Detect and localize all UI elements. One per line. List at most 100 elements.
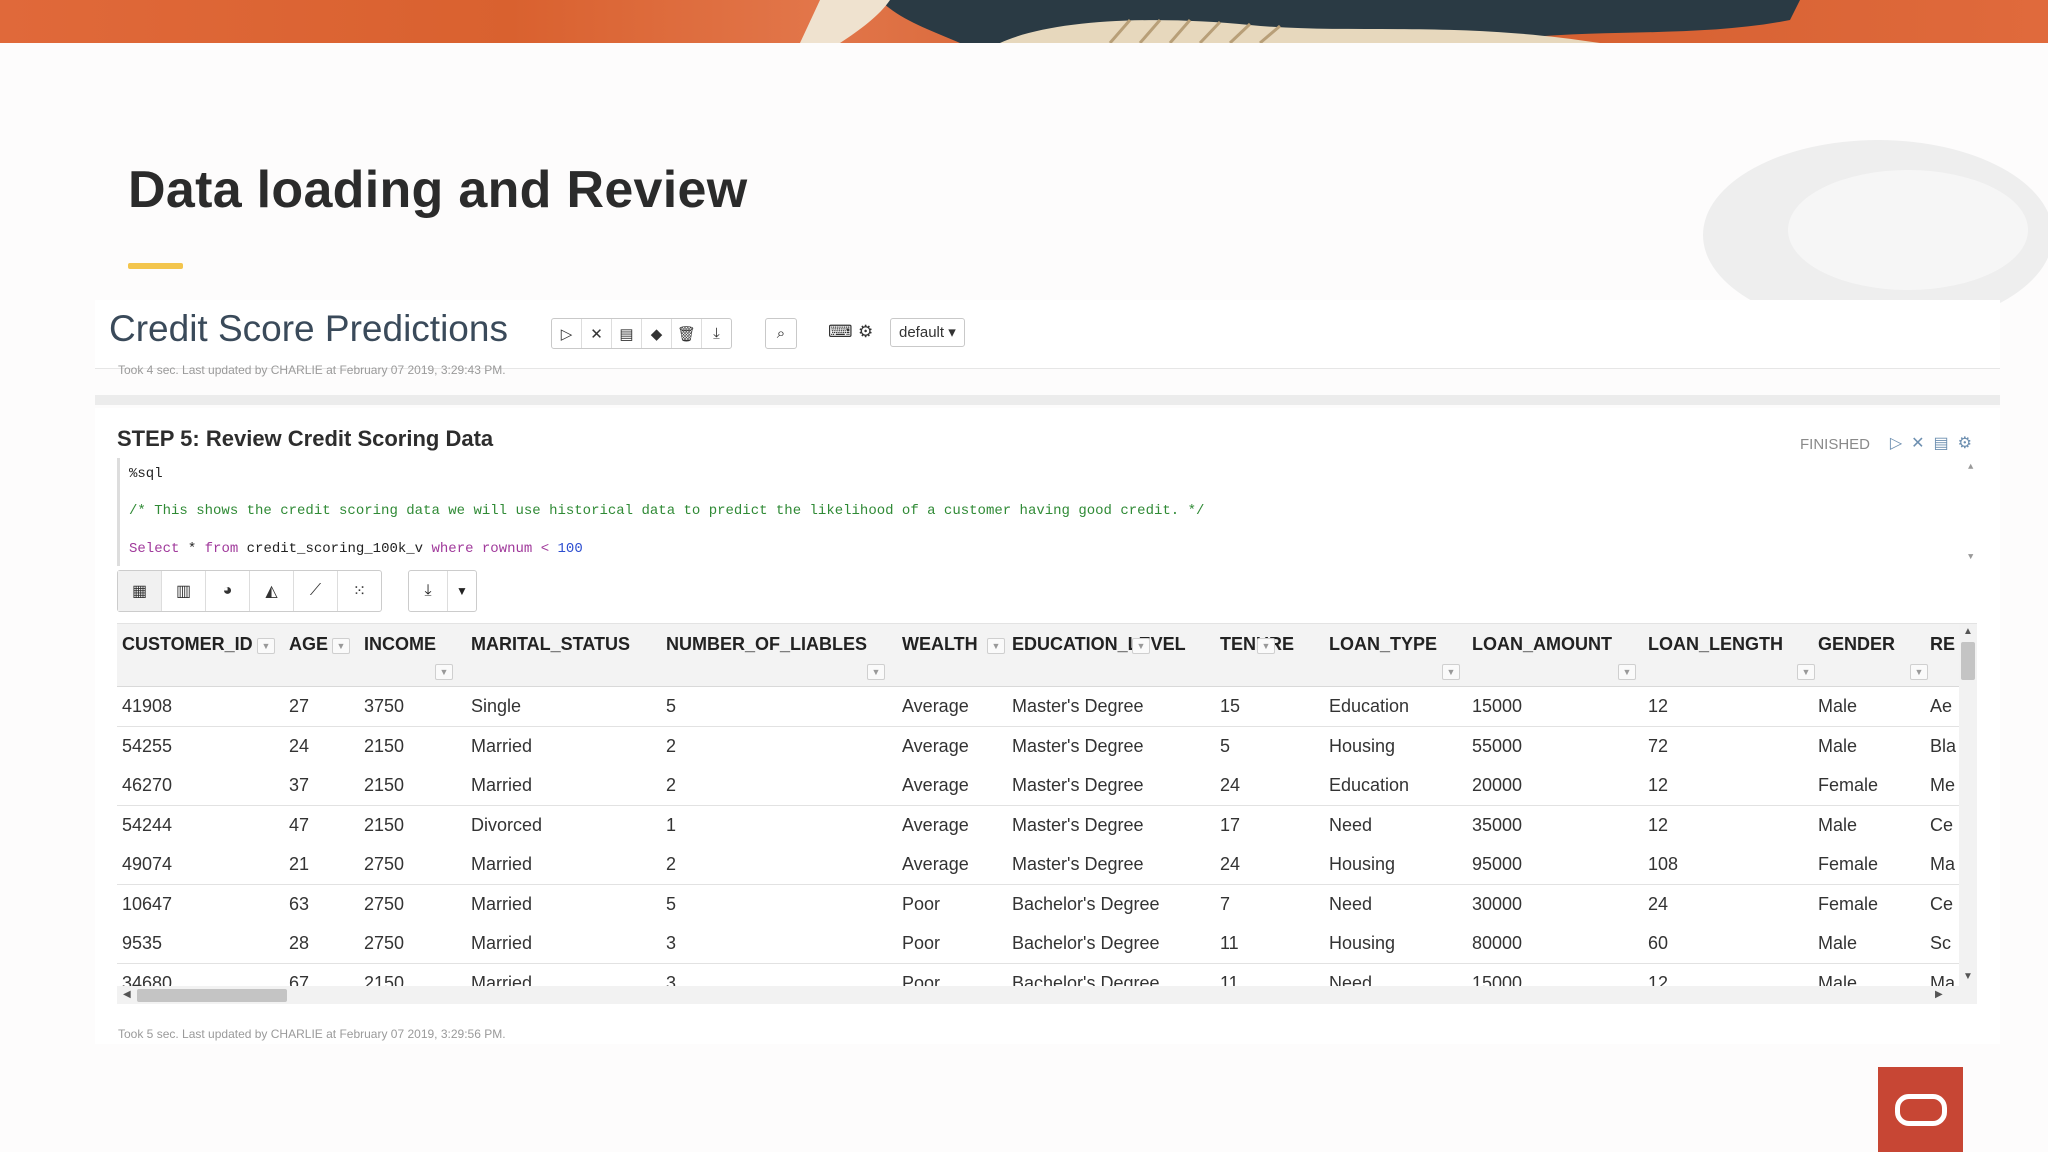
line-chart-icon[interactable]: ⟋ xyxy=(294,571,338,611)
download-icon[interactable]: ⤓ xyxy=(409,571,447,611)
table-icon[interactable]: ▦ xyxy=(118,571,162,611)
table-row: 10647 63 2750 Married 5 Poor Bachelor's Degree… xyxy=(117,884,1977,925)
table-cell: Ce xyxy=(1930,893,1954,914)
editor-scrollbar[interactable]: ▲ ▼ xyxy=(1966,458,1980,566)
filter-dropdown-icon[interactable]: ▼ xyxy=(1257,638,1275,654)
column-header[interactable]: CUSTOMER_ID xyxy=(122,634,253,655)
filter-dropdown-icon[interactable]: ▼ xyxy=(257,638,275,654)
column-header[interactable]: MARITAL_STATUS xyxy=(471,634,630,655)
horizontal-scroll-thumb[interactable] xyxy=(137,989,287,1002)
pie-chart-icon[interactable]: ◕ xyxy=(206,571,250,611)
visualization-toolbar: ▦ ▥ ◕ ◭ ⟋ ⁙ xyxy=(117,570,382,612)
table-cell: Single xyxy=(471,696,522,716)
column-header[interactable]: INCOME xyxy=(364,634,436,655)
scroll-up-arrow[interactable]: ▲ xyxy=(1963,626,1973,637)
table-cell: Me xyxy=(1930,775,1956,795)
table-cell: 12 xyxy=(1648,814,1669,835)
took-status-bottom: Took 5 sec. Last updated by CHARLIE at F… xyxy=(118,1027,506,1041)
table-cell: Poor xyxy=(902,893,941,914)
column-header[interactable]: WEALTH xyxy=(902,634,978,655)
table-cell: Ce xyxy=(1930,814,1954,835)
table-row: 49074 21 2750 Married 2 Average Master's Degre… xyxy=(117,845,1977,885)
collapse-icon[interactable]: ✕ xyxy=(1911,433,1924,453)
column-header[interactable]: LOAN_LENGTH xyxy=(1648,634,1783,655)
table-cell: Master's Degree xyxy=(1012,814,1144,835)
table-cell: 5 xyxy=(666,893,677,914)
column-header[interactable]: GENDER xyxy=(1818,634,1895,655)
table-cell: Bla xyxy=(1930,735,1957,756)
scatter-chart-icon[interactable]: ⁙ xyxy=(338,571,381,611)
book-icon[interactable]: ▤ xyxy=(612,319,642,348)
table-cell: 5 xyxy=(666,696,677,716)
area-chart-icon[interactable]: ◭ xyxy=(250,571,294,611)
column-header[interactable]: NUMBER_OF_LIABLES xyxy=(666,634,867,655)
table-cell: 2 xyxy=(666,735,677,756)
column-header[interactable]: LOAN_AMOUNT xyxy=(1472,634,1612,655)
filter-dropdown-icon[interactable]: ▼ xyxy=(435,664,453,680)
table-cell: Master's Degree xyxy=(1012,854,1144,874)
download-icon[interactable]: ⤓ xyxy=(702,319,731,348)
table-cell: Married xyxy=(471,735,533,756)
table-cell: Need xyxy=(1329,893,1373,914)
notebook-title[interactable]: Credit Score Predictions xyxy=(109,308,508,350)
filter-dropdown-icon[interactable]: ▼ xyxy=(1132,638,1150,654)
search-button[interactable]: ⌕ xyxy=(765,318,797,349)
scroll-up-arrow[interactable]: ▲ xyxy=(1968,462,1973,472)
table-cell: Male xyxy=(1818,814,1858,835)
table-cell: 24 xyxy=(1220,854,1241,874)
bar-chart-icon[interactable]: ▥ xyxy=(162,571,206,611)
filter-dropdown-icon[interactable]: ▼ xyxy=(867,664,885,680)
table-header: CUSTOMER_ID ▼ AGE ▼ INCOME MARITAL_STATUS ▼ NUM… xyxy=(117,624,1977,687)
code-editor[interactable]: %sql /* This shows the credit scoring da… xyxy=(117,458,1980,566)
run-icon[interactable]: ▷ xyxy=(1890,433,1902,453)
filter-dropdown-icon[interactable]: ▼ xyxy=(987,638,1005,654)
scroll-down-arrow[interactable]: ▼ xyxy=(1963,971,1973,982)
collapse-icon[interactable]: ✕ xyxy=(582,319,612,348)
vertical-scroll-thumb[interactable] xyxy=(1961,642,1975,680)
scroll-left-arrow[interactable]: ◀ xyxy=(123,989,131,1000)
table-cell: Average xyxy=(902,814,969,835)
table-cell: 49074 xyxy=(122,854,173,874)
table-cell: Education xyxy=(1329,775,1410,795)
slide-title: Data loading and Review xyxy=(128,161,748,219)
horizontal-scrollbar[interactable]: ◀ ▶ xyxy=(117,986,1959,1004)
keyboard-icon[interactable]: ⌨ xyxy=(828,322,853,342)
gear-icon[interactable]: ⚙ xyxy=(858,322,873,342)
filter-dropdown-icon[interactable]: ▼ xyxy=(1797,664,1815,680)
caret-down-icon[interactable]: ▼ xyxy=(447,571,476,611)
table-cell: Married xyxy=(471,854,533,874)
filter-dropdown-icon[interactable]: ▼ xyxy=(1442,664,1460,680)
table-cell: Married xyxy=(471,893,533,914)
filter-dropdown-icon[interactable]: ▼ xyxy=(1910,664,1928,680)
interpreter-dropdown[interactable]: default ▾ xyxy=(890,318,965,347)
scroll-right-arrow[interactable]: ▶ xyxy=(1935,989,1943,1000)
table-cell: Education xyxy=(1329,696,1410,716)
table-cell: 37 xyxy=(289,775,310,795)
table-cell: 21 xyxy=(289,854,310,874)
table-cell: Married xyxy=(471,775,533,795)
search-icon: ⌕ xyxy=(776,325,786,342)
paragraph-title[interactable]: STEP 5: Review Credit Scoring Data xyxy=(117,426,493,452)
column-header[interactable]: LOAN_TYPE xyxy=(1329,634,1437,655)
table-cell: 2750 xyxy=(364,893,405,914)
filter-dropdown-icon[interactable]: ▼ xyxy=(332,638,350,654)
filter-dropdown-icon[interactable]: ▼ xyxy=(1618,664,1636,680)
eraser-icon[interactable]: ◆ xyxy=(642,319,672,348)
column-header[interactable]: RE xyxy=(1930,634,1955,655)
oracle-logo xyxy=(1878,1067,1963,1152)
vertical-scrollbar[interactable]: ▲ ▼ xyxy=(1959,624,1977,1004)
table-cell: Average xyxy=(902,735,969,756)
book-icon[interactable]: ▤ xyxy=(1934,433,1949,453)
column-header[interactable]: AGE xyxy=(289,634,328,655)
trash-icon[interactable]: 🗑 xyxy=(672,319,702,348)
paragraph-controls: ▷ ✕ ▤ ⚙ xyxy=(1890,433,1972,453)
table-cell: 95000 xyxy=(1472,854,1523,874)
run-all-icon[interactable]: ▷ xyxy=(552,319,582,348)
table-cell: Need xyxy=(1329,814,1373,835)
table-cell: 10647 xyxy=(122,893,173,914)
column-header[interactable]: EDUCATION_LEVEL xyxy=(1012,634,1186,655)
table-cell: 2150 xyxy=(364,814,405,835)
interpreter-value: default xyxy=(899,324,945,341)
scroll-down-arrow[interactable]: ▼ xyxy=(1968,552,1973,562)
gear-icon[interactable]: ⚙ xyxy=(1958,433,1972,453)
